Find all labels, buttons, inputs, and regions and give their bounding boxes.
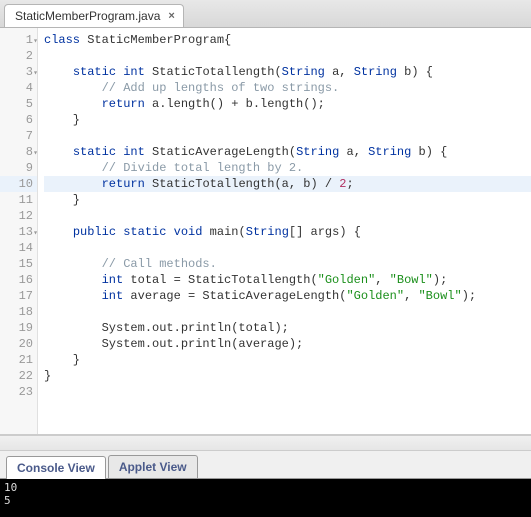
line-number: 11 — [0, 192, 37, 208]
line-number: 8 — [0, 144, 37, 160]
splitter[interactable] — [0, 435, 531, 451]
code-line[interactable]: return StaticTotallength(a, b) / 2; — [44, 176, 531, 192]
code-line[interactable] — [44, 304, 531, 320]
code-line[interactable]: } — [44, 352, 531, 368]
line-number: 20 — [0, 336, 37, 352]
line-number: 19 — [0, 320, 37, 336]
tab-console-view[interactable]: Console View — [6, 456, 106, 479]
output-tabs: Console View Applet View — [0, 451, 531, 479]
file-tab-label: StaticMemberProgram.java — [15, 9, 160, 23]
code-line[interactable] — [44, 384, 531, 400]
line-number: 1 — [0, 32, 37, 48]
line-number: 16 — [0, 272, 37, 288]
file-tab[interactable]: StaticMemberProgram.java × — [4, 4, 184, 27]
line-number: 22 — [0, 368, 37, 384]
code-line[interactable]: // Add up lengths of two strings. — [44, 80, 531, 96]
code-line[interactable] — [44, 48, 531, 64]
code-line[interactable]: // Divide total length by 2. — [44, 160, 531, 176]
code-line[interactable]: class StaticMemberProgram{ — [44, 32, 531, 48]
line-number: 10 — [0, 176, 37, 192]
code-line[interactable]: int average = StaticAverageLength("Golde… — [44, 288, 531, 304]
line-number: 21 — [0, 352, 37, 368]
code-line[interactable]: static int StaticAverageLength(String a,… — [44, 144, 531, 160]
close-icon[interactable]: × — [168, 10, 174, 22]
line-number-gutter: 1234567891011121314151617181920212223 — [0, 28, 38, 434]
line-number: 13 — [0, 224, 37, 240]
line-number: 23 — [0, 384, 37, 400]
code-line[interactable]: int total = StaticTotallength("Golden", … — [44, 272, 531, 288]
code-line[interactable]: System.out.println(average); — [44, 336, 531, 352]
line-number: 18 — [0, 304, 37, 320]
line-number: 3 — [0, 64, 37, 80]
code-line[interactable]: } — [44, 368, 531, 384]
code-line[interactable] — [44, 240, 531, 256]
line-number: 15 — [0, 256, 37, 272]
line-number: 17 — [0, 288, 37, 304]
line-number: 4 — [0, 80, 37, 96]
code-line[interactable]: static int StaticTotallength(String a, S… — [44, 64, 531, 80]
line-number: 7 — [0, 128, 37, 144]
line-number: 2 — [0, 48, 37, 64]
code-line[interactable] — [44, 128, 531, 144]
line-number: 12 — [0, 208, 37, 224]
code-editor[interactable]: 1234567891011121314151617181920212223 cl… — [0, 28, 531, 435]
code-line[interactable]: } — [44, 112, 531, 128]
line-number: 9 — [0, 160, 37, 176]
line-number: 6 — [0, 112, 37, 128]
code-line[interactable]: public static void main(String[] args) { — [44, 224, 531, 240]
line-number: 14 — [0, 240, 37, 256]
code-line[interactable]: return a.length() + b.length(); — [44, 96, 531, 112]
line-number: 5 — [0, 96, 37, 112]
code-line[interactable]: } — [44, 192, 531, 208]
code-line[interactable] — [44, 208, 531, 224]
code-area[interactable]: class StaticMemberProgram{ static int St… — [38, 28, 531, 434]
file-tab-bar: StaticMemberProgram.java × — [0, 0, 531, 28]
tab-applet-view[interactable]: Applet View — [108, 455, 198, 478]
console-output[interactable]: 10 5 — [0, 479, 531, 517]
code-line[interactable]: // Call methods. — [44, 256, 531, 272]
code-line[interactable]: System.out.println(total); — [44, 320, 531, 336]
